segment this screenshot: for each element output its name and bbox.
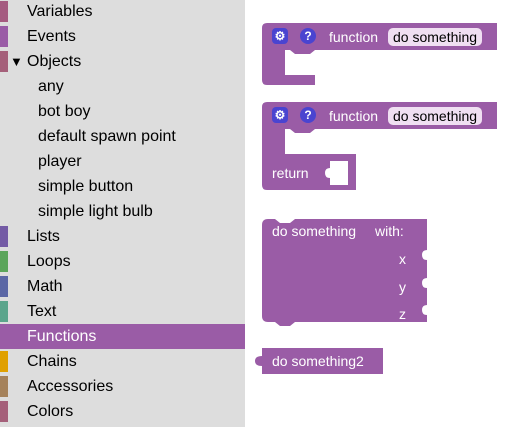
- category-swatch: [0, 376, 8, 397]
- toolbox-item-label: simple light bulb: [38, 203, 153, 220]
- category-swatch: [0, 351, 8, 372]
- toolbox-item-label: Objects: [27, 53, 82, 70]
- blockly-editor: Variables Events ▼ Objects any bot boy d…: [0, 0, 506, 427]
- category-swatch: [0, 1, 8, 22]
- toolbox-subitem-simple-light-bulb[interactable]: simple light bulb: [0, 199, 245, 224]
- flyout-workspace: ⚙ ? function do something ⚙ ? function d…: [245, 0, 506, 427]
- toolbox-item-label: player: [38, 153, 82, 170]
- toolbox-item-label: Text: [27, 303, 57, 320]
- toolbox-subitem-default-spawn-point[interactable]: default spawn point: [0, 124, 245, 149]
- toolbox-item-label: default spawn point: [38, 128, 176, 145]
- help-icon[interactable]: ?: [300, 28, 316, 44]
- gear-icon[interactable]: ⚙: [272, 28, 288, 44]
- category-swatch: [0, 276, 8, 297]
- toolbox-item-colors[interactable]: Colors: [0, 399, 245, 424]
- toolbox-item-label: Functions: [27, 328, 97, 345]
- category-swatch: [0, 401, 8, 422]
- call-function-label: do something: [272, 223, 357, 239]
- function-name-field[interactable]: do something: [388, 28, 483, 46]
- with-label: with:: [375, 223, 404, 239]
- toolbox-item-label: Loops: [27, 253, 71, 270]
- toolbox-item-label: Math: [27, 278, 63, 295]
- toolbox-item-label: Chains: [27, 353, 77, 370]
- toolbox-item-accessories[interactable]: Accessories: [0, 374, 245, 399]
- toolbox-item-label: Colors: [27, 403, 74, 420]
- category-swatch: [0, 251, 8, 272]
- toolbox-item-label: simple button: [38, 178, 134, 195]
- category-swatch: [0, 51, 8, 72]
- toolbox-item-loops[interactable]: Loops: [0, 249, 245, 274]
- gear-icon[interactable]: ⚙: [272, 107, 288, 123]
- function-name-field[interactable]: do something: [388, 107, 483, 125]
- toolbox-subitem-player[interactable]: player: [0, 149, 245, 174]
- function-keyword: function: [329, 29, 379, 45]
- toolbox-item-chains[interactable]: Chains: [0, 349, 245, 374]
- toolbox-item-variables[interactable]: Variables: [0, 0, 245, 24]
- return-label: return: [272, 165, 309, 181]
- param-label-y: y: [399, 279, 406, 295]
- call-function-label: do something2: [272, 353, 364, 369]
- param-label-z: z: [399, 306, 406, 322]
- toolbox-subitem-simple-button[interactable]: simple button: [0, 174, 245, 199]
- toolbox-item-lists[interactable]: Lists: [0, 224, 245, 249]
- function-keyword: function: [329, 108, 379, 124]
- param-label-x: x: [399, 251, 406, 267]
- toolbox-subitem-any[interactable]: any: [0, 74, 245, 99]
- expand-arrow-icon[interactable]: ▼: [10, 49, 23, 74]
- toolbox: Variables Events ▼ Objects any bot boy d…: [0, 0, 245, 427]
- toolbox-item-functions[interactable]: Functions: [0, 324, 245, 349]
- toolbox-item-events[interactable]: Events: [0, 24, 245, 49]
- toolbox-subitem-bot-boy[interactable]: bot boy: [0, 99, 245, 124]
- help-icon[interactable]: ?: [300, 107, 316, 123]
- toolbox-item-objects[interactable]: ▼ Objects: [0, 49, 245, 74]
- toolbox-item-math[interactable]: Math: [0, 274, 245, 299]
- category-swatch: [0, 226, 8, 247]
- category-swatch: [0, 26, 8, 47]
- toolbox-item-label: any: [38, 78, 64, 95]
- toolbox-item-label: Variables: [27, 3, 93, 20]
- toolbox-item-label: bot boy: [38, 103, 91, 120]
- toolbox-item-label: Events: [27, 28, 76, 45]
- category-swatch: [0, 301, 8, 322]
- toolbox-item-text[interactable]: Text: [0, 299, 245, 324]
- toolbox-item-label: Accessories: [27, 378, 114, 395]
- toolbox-item-label: Lists: [27, 228, 60, 245]
